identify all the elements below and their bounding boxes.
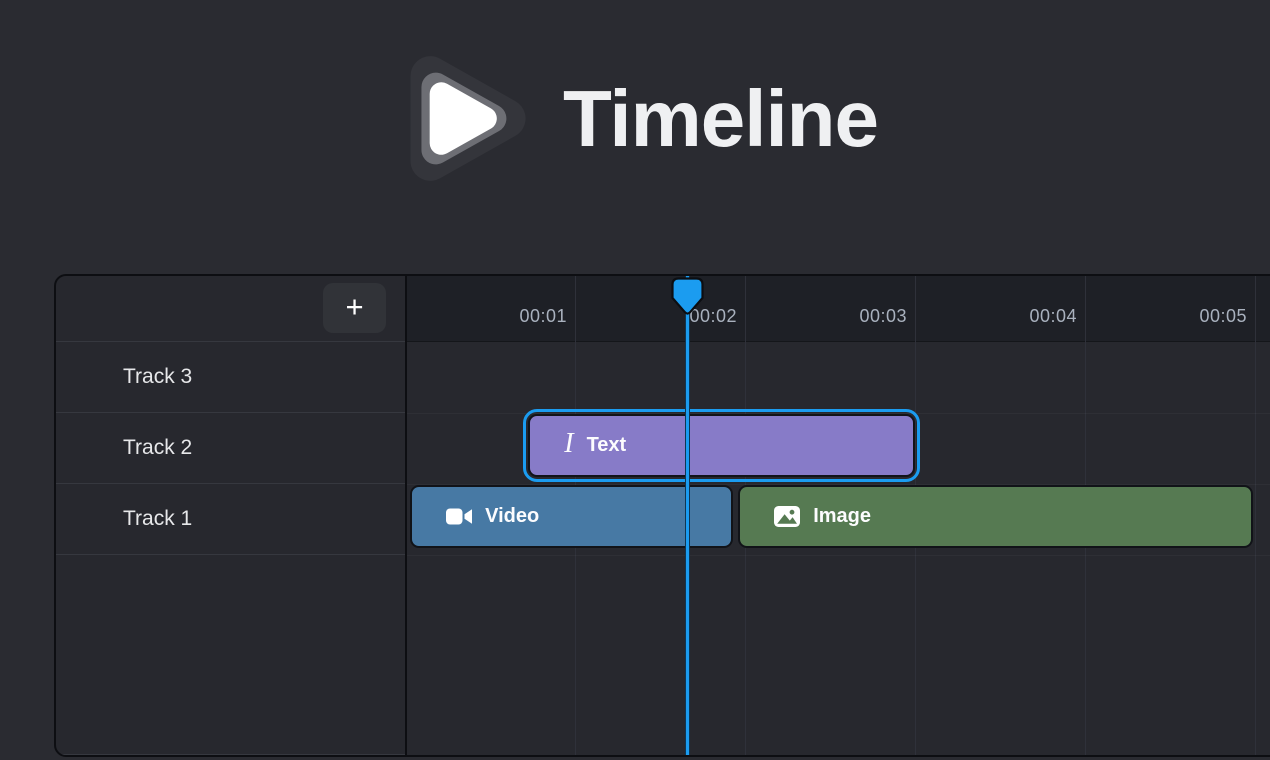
image-icon (774, 506, 800, 527)
timeline-editor: + Track 3 Track 2 Track 1 00:0100:0200:0… (54, 274, 1270, 757)
clip-label: Video (485, 505, 539, 528)
ruler-gridline (1255, 276, 1256, 755)
track-list-empty-area (56, 555, 405, 755)
clip-icon-wrap (774, 506, 800, 527)
clip-label: Image (813, 505, 871, 528)
track-list-panel: + Track 3 Track 2 Track 1 (56, 276, 405, 755)
track-row-3: Track 3 (56, 342, 405, 413)
track-row-2: Track 2 (56, 413, 405, 484)
clip-label: Text (587, 434, 627, 457)
playhead-handle-icon[interactable] (669, 276, 706, 317)
track-label: Track 2 (123, 436, 192, 460)
ruler-tick-label: 00:04 (997, 276, 1077, 342)
text-italic-icon: I (564, 430, 573, 458)
track-label: Track 3 (123, 365, 192, 389)
ruler-tick-label: 00:05 (1167, 276, 1247, 342)
ruler-tick-label: 00:03 (827, 276, 907, 342)
video-camera-icon (446, 507, 472, 526)
track-row-1: Track 1 (56, 484, 405, 555)
lane-divider (407, 555, 1270, 556)
play-icon (392, 50, 529, 187)
track-list-header: + (56, 276, 405, 342)
app-header: Timeline (0, 50, 1270, 187)
track-label: Track 1 (123, 507, 192, 531)
image-clip[interactable]: Image (738, 485, 1253, 548)
timeline-lanes: 00:0100:0200:0300:0400:05VideoImageIText (407, 276, 1270, 755)
plus-icon: + (345, 291, 363, 322)
add-track-button[interactable]: + (323, 283, 386, 333)
text-clip[interactable]: I Text (528, 414, 915, 477)
playhead-line (685, 276, 690, 755)
clip-icon-wrap (446, 507, 472, 526)
clip-icon-wrap: I (564, 432, 573, 460)
page-title: Timeline (563, 73, 878, 165)
ruler-tick-label: 00:01 (487, 276, 567, 342)
